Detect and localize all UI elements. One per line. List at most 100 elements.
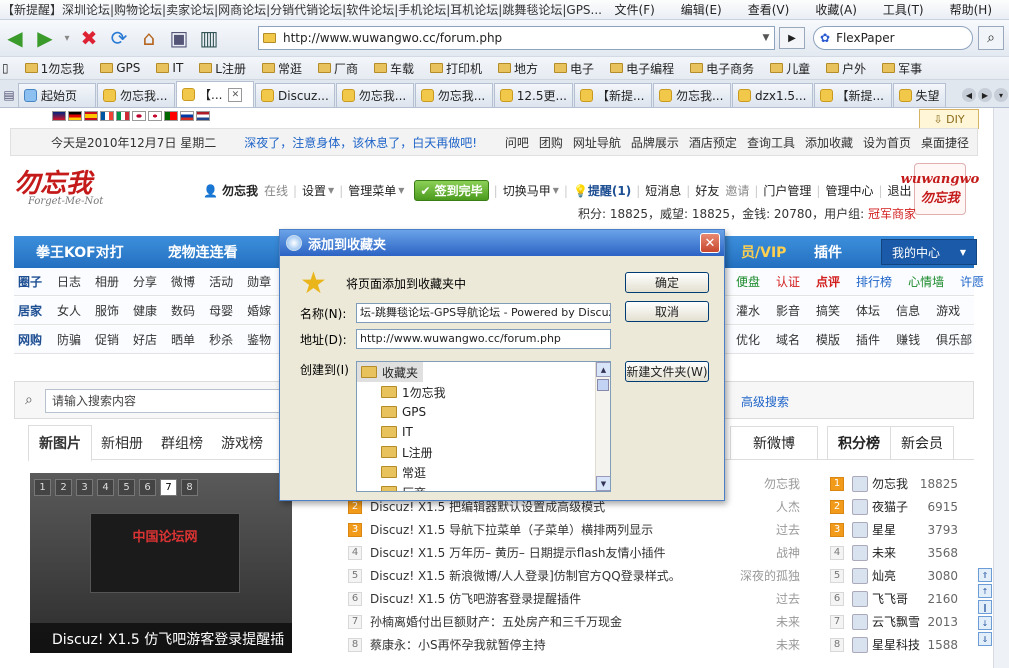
- history-dropdown-icon[interactable]: ▾: [60, 23, 74, 53]
- switch-account[interactable]: 切换马甲: [503, 182, 551, 199]
- subnav-link[interactable]: 俱乐部: [928, 331, 980, 348]
- search-engine-name[interactable]: FlexPaper: [830, 31, 895, 45]
- tab-new-members[interactable]: 新会员: [890, 426, 954, 460]
- subnav-link[interactable]: 微博: [164, 273, 202, 290]
- subnav-link[interactable]: 优化: [728, 331, 768, 348]
- tab-item[interactable]: dzx1.5...: [731, 83, 813, 107]
- pm-link[interactable]: 短消息: [645, 182, 681, 199]
- subnav-link[interactable]: 秒杀: [202, 331, 240, 348]
- friends-link[interactable]: 好友: [695, 182, 719, 199]
- remind-link[interactable]: 提醒(1): [588, 182, 631, 199]
- subnav-head[interactable]: 圈子: [14, 273, 50, 290]
- subnav-link[interactable]: 排行榜: [848, 273, 900, 290]
- tab-new-pictures[interactable]: 新图片: [28, 424, 92, 462]
- flag-nl-icon[interactable]: [196, 111, 210, 121]
- fav-item[interactable]: 常逛: [254, 60, 310, 77]
- subnav-link[interactable]: 影音: [768, 302, 808, 319]
- subnav-link[interactable]: 心情墙: [900, 273, 952, 290]
- subnav-link[interactable]: 促销: [88, 331, 126, 348]
- subnav-link[interactable]: 便盘: [728, 273, 768, 290]
- toplink-tools[interactable]: 查询工具: [747, 134, 795, 151]
- tree-item[interactable]: 1勿忘我: [357, 382, 610, 402]
- subnav-link[interactable]: 赚钱: [888, 331, 928, 348]
- subnav-link[interactable]: 数码: [164, 302, 202, 319]
- settings-menu[interactable]: 设置: [302, 182, 326, 199]
- search-engine-box[interactable]: ✿ FlexPaper: [813, 26, 973, 50]
- tab-new-weibo[interactable]: 新微博: [730, 426, 818, 460]
- fav-item[interactable]: 电子商务: [682, 60, 762, 77]
- fav-item[interactable]: 地方: [490, 60, 546, 77]
- toplink-tuangou[interactable]: 团购: [539, 134, 563, 151]
- cancel-button[interactable]: 取消: [625, 301, 709, 322]
- fav-item[interactable]: 电子编程: [602, 60, 682, 77]
- menu-favorites[interactable]: 收藏(A): [802, 1, 870, 18]
- user-group[interactable]: 冠军商家: [868, 207, 916, 221]
- slider-page[interactable]: 6: [139, 479, 156, 496]
- tab-new-albums[interactable]: 新相册: [92, 433, 152, 453]
- tab-group-rank[interactable]: 群组榜: [152, 433, 212, 453]
- subnav-link[interactable]: 认证: [768, 273, 808, 290]
- fav-item[interactable]: 1勿忘我: [17, 60, 93, 77]
- tab-item[interactable]: 勿忘我...: [97, 83, 175, 107]
- subnav-link[interactable]: 模版: [808, 331, 848, 348]
- subnav-link[interactable]: 搞笑: [808, 302, 848, 319]
- tree-item[interactable]: L注册: [357, 442, 610, 462]
- favbar-toggle-icon[interactable]: ▯: [0, 61, 17, 75]
- site-search-input[interactable]: 请输入搜索内容: [45, 389, 295, 413]
- menu-help[interactable]: 帮助(H): [937, 1, 1005, 18]
- fav-item[interactable]: 军事: [874, 60, 930, 77]
- image-slider[interactable]: 1 2 3 4 5 6 7 8 中国论坛网 Discuz! X1.5 仿飞吧游客…: [30, 473, 292, 653]
- list-item[interactable]: 5 灿亮 3080: [830, 564, 980, 587]
- flag-es-icon[interactable]: [84, 111, 98, 121]
- subnav-head[interactable]: 居家: [14, 302, 50, 319]
- scroll-down-icon[interactable]: ↓: [978, 616, 992, 630]
- subnav-link[interactable]: 相册: [88, 273, 126, 290]
- logout-link[interactable]: 退出: [888, 182, 912, 199]
- tab-item[interactable]: 勿忘我...: [335, 83, 414, 107]
- home-icon[interactable]: ⌂: [134, 23, 164, 53]
- name-field[interactable]: 坛-跳舞毯论坛-GPS导航论坛 - Powered by Discuz!: [356, 303, 611, 323]
- address-dropdown-icon[interactable]: ▼: [758, 33, 774, 43]
- new-folder-button[interactable]: 新建文件夹(W): [625, 361, 709, 382]
- tab-item[interactable]: 【新提...: [813, 83, 892, 107]
- bookmarks-icon[interactable]: ▥: [194, 23, 224, 53]
- close-icon[interactable]: ✕: [700, 233, 720, 253]
- fav-item[interactable]: 车载: [366, 60, 422, 77]
- slider-page[interactable]: 8: [181, 479, 198, 496]
- tab-item[interactable]: 12.5更...: [493, 83, 573, 107]
- subnav-link[interactable]: 婚嫁: [240, 302, 278, 319]
- subnav-link[interactable]: 勋章: [240, 273, 278, 290]
- subnav-link[interactable]: 日志: [50, 273, 88, 290]
- flag-jp-icon[interactable]: [132, 111, 146, 121]
- subnav-link[interactable]: 灌水: [728, 302, 768, 319]
- list-item[interactable]: 5 Discuz! X1.5 新浪微博/人人登录]仿制官方QQ登录样式。 深夜的孤独: [348, 564, 800, 587]
- subnav-link[interactable]: 信息: [888, 302, 928, 319]
- tab-active[interactable]: 【... ✕: [176, 81, 254, 107]
- list-item[interactable]: 6 Discuz! X1.5 仿飞吧游客登录提醒插件 过去: [348, 587, 800, 610]
- tab-item[interactable]: 勿忘我...: [414, 83, 493, 107]
- tab-item[interactable]: 勿忘我...: [652, 83, 731, 107]
- list-item[interactable]: 7 孙楠离婚付出巨额财产：五处房产和三千万现金 未来: [348, 610, 800, 633]
- tab-scroll-right-icon[interactable]: ▶: [978, 88, 992, 102]
- subnav-link[interactable]: 域名: [768, 331, 808, 348]
- tree-item[interactable]: 厂商: [357, 482, 610, 491]
- flag-de-icon[interactable]: [68, 111, 82, 121]
- slider-page[interactable]: 1: [34, 479, 51, 496]
- menu-file[interactable]: 文件(F): [602, 1, 668, 18]
- site-logo[interactable]: 勿忘我 Forget-Me-Not: [14, 163, 114, 207]
- pause-icon[interactable]: ‖: [978, 600, 992, 614]
- subnav-link[interactable]: 女人: [50, 302, 88, 319]
- scroll-top-icon[interactable]: ⇑: [978, 568, 992, 582]
- flag-pt-icon[interactable]: [164, 111, 178, 121]
- fav-item[interactable]: IT: [148, 61, 191, 75]
- subnav-link[interactable]: 服饰: [88, 302, 126, 319]
- tree-item[interactable]: GPS: [357, 402, 610, 422]
- subnav-link[interactable]: 游戏: [928, 302, 968, 319]
- list-item[interactable]: 6 飞飞哥 2160: [830, 587, 980, 610]
- slider-page[interactable]: 3: [76, 479, 93, 496]
- admin-center-link[interactable]: 管理中心: [825, 182, 873, 199]
- back-icon[interactable]: ◀: [0, 23, 30, 53]
- address-bar[interactable]: http://www.wuwangwo.cc/forum.php ▼: [258, 26, 775, 50]
- subnav-link[interactable]: 健康: [126, 302, 164, 319]
- subnav-link[interactable]: 鉴物: [240, 331, 278, 348]
